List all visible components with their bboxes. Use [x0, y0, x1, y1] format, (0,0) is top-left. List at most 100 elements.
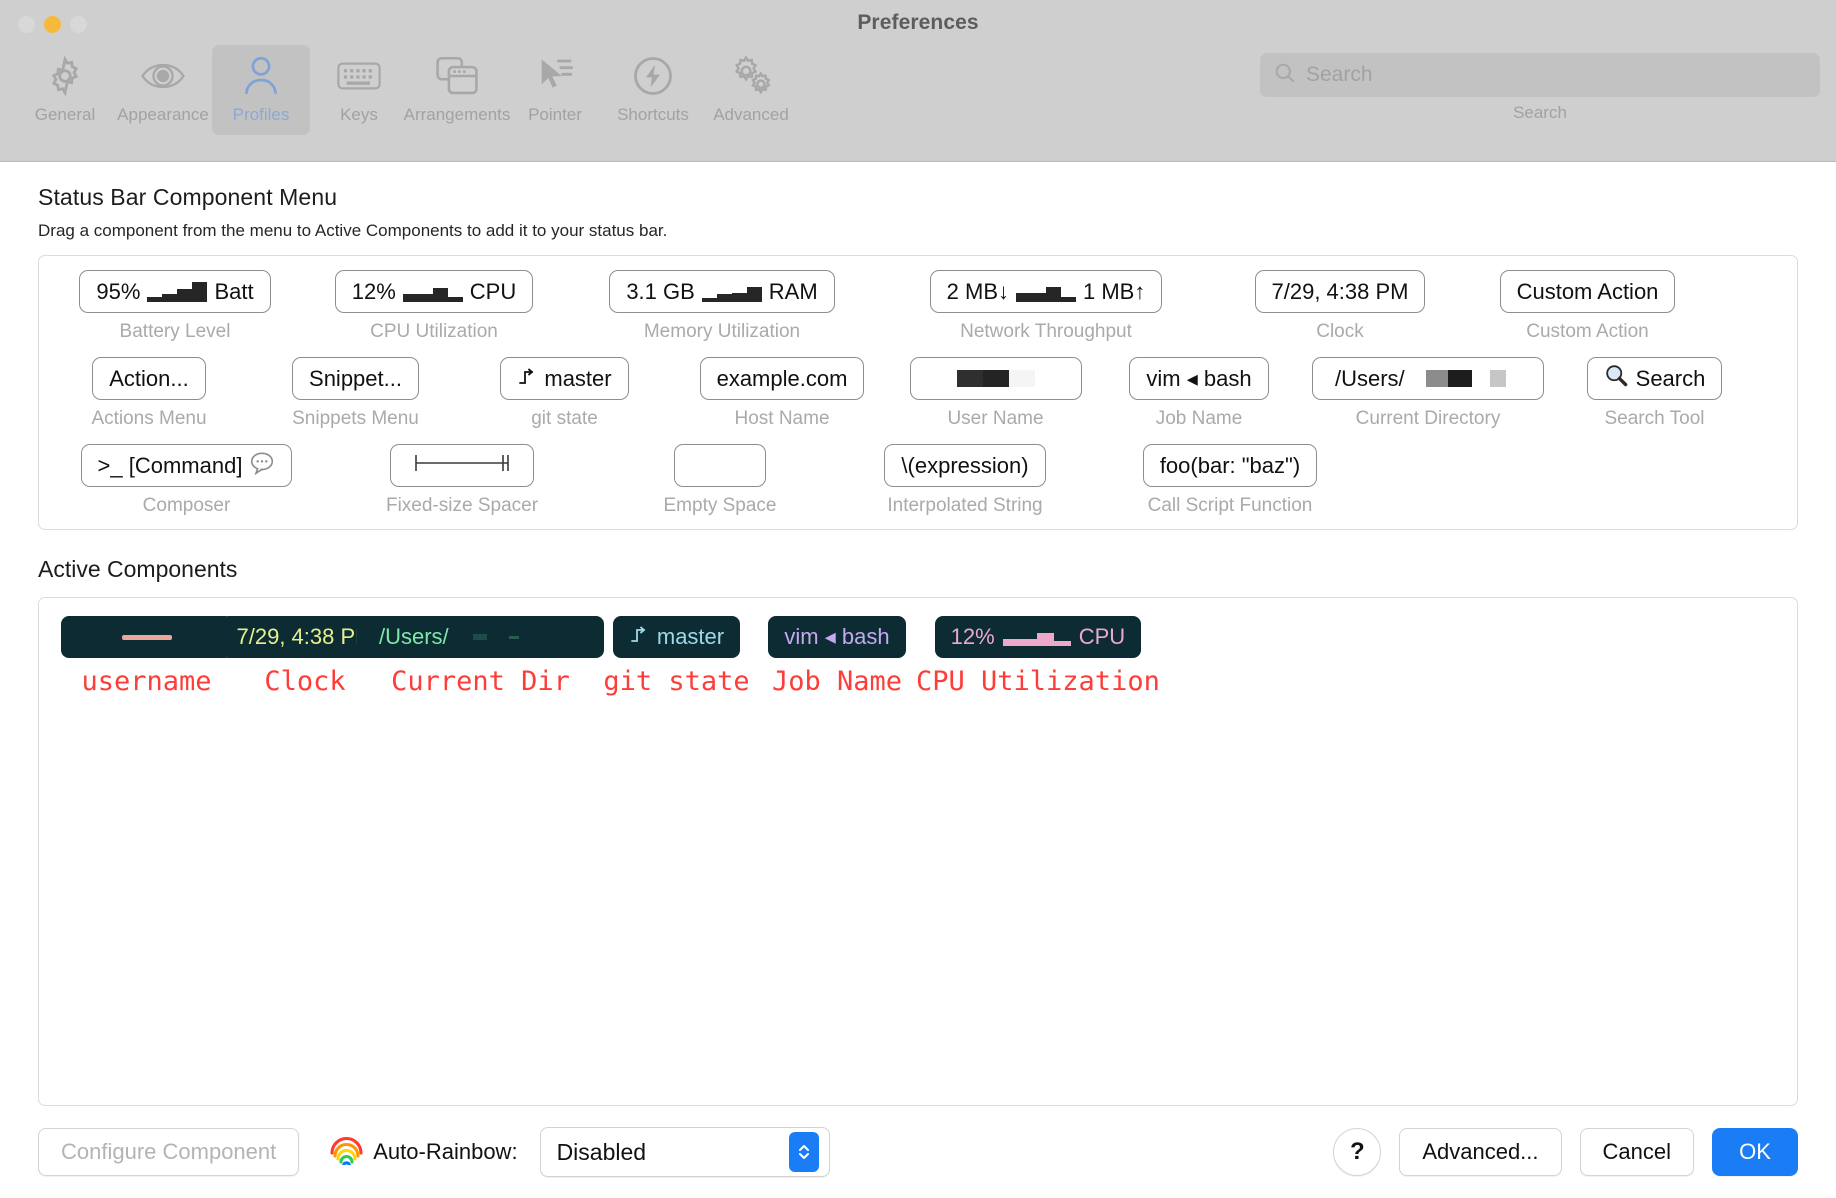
auto-rainbow-label: Auto-Rainbow: [373, 1139, 518, 1164]
component-call-script-function[interactable]: foo(bar: "baz") Call Script Function [1090, 444, 1370, 517]
component-job-name[interactable]: vim ◂ bash Job Name [1094, 357, 1304, 430]
component-chip[interactable]: Action... [92, 357, 206, 400]
toolbar-tab-label: General [34, 105, 96, 124]
chip-prefix: 12% [950, 624, 995, 649]
component-empty-space[interactable]: Empty Space [600, 444, 840, 517]
component-chip[interactable]: /Users/ [1312, 357, 1544, 400]
toolbar-tab-profiles[interactable]: Profiles [212, 45, 310, 135]
configure-component-button[interactable]: Configure Component [38, 1128, 300, 1176]
eye-icon [141, 53, 185, 99]
component-chip[interactable]: 2 MB↓ 1 MB↑ [929, 270, 1163, 313]
toolbar-tab-shortcuts[interactable]: Shortcuts [604, 45, 702, 135]
active-components-panel[interactable]: username 7/29, 4:38 PM Clock /Users/ Cur… [38, 597, 1798, 1106]
chip-suffix: CPU [1078, 624, 1126, 649]
component-chip[interactable]: example.com [699, 357, 865, 400]
component-network-throughput[interactable]: 2 MB↓ 1 MB↑ Network Throughput [877, 270, 1215, 343]
chevron-updown-icon[interactable] [788, 1132, 819, 1172]
preferences-toolbar: General Appearance Profiles Keys Arrange… [16, 45, 1820, 140]
component-battery-level[interactable]: 95% Batt Battery Level [49, 270, 301, 343]
chip-prefix: 3.1 GB [626, 278, 695, 304]
active-chip[interactable]: 12% CPU [934, 616, 1142, 658]
component-chip[interactable]: 95% Batt [79, 270, 271, 313]
toolbar-tab-pointer[interactable]: Pointer [506, 45, 604, 135]
cursor-icon [535, 53, 575, 99]
component-chip[interactable]: 12% CPU [334, 270, 534, 313]
active-chip[interactable]: vim ◂ bash [768, 616, 906, 658]
chip-text: master [656, 624, 725, 649]
component-chip[interactable]: 3.1 GB RAM [609, 270, 835, 313]
search-icon [1274, 62, 1296, 89]
active-chip[interactable]: /Users/ [357, 616, 604, 658]
component-user-name[interactable]: User Name [897, 357, 1094, 430]
component-composer[interactable]: >_ [Command] Composer [49, 444, 324, 517]
page-title: Status Bar Component Menu [38, 184, 338, 210]
component-chip[interactable]: foo(bar: "baz") [1142, 444, 1318, 487]
component-chip[interactable] [674, 444, 766, 487]
active-annotation: Clock [264, 666, 346, 697]
help-button[interactable]: ? [1333, 1128, 1382, 1176]
active-chip[interactable]: master [612, 616, 741, 658]
chip-prefix: 2 MB↓ [946, 278, 1009, 304]
component-host-name[interactable]: example.com Host Name [667, 357, 897, 430]
component-chip[interactable]: \(expression) [884, 444, 1046, 487]
component-label: Call Script Function [1147, 495, 1313, 516]
toolbar-tab-advanced[interactable]: Advanced [702, 45, 800, 135]
component-chip[interactable]: vim ◂ bash [1129, 357, 1269, 400]
advanced-button[interactable]: Advanced... [1399, 1128, 1562, 1176]
toolbar-tab-keys[interactable]: Keys [310, 45, 408, 135]
active-item-current-dir[interactable]: /Users/ Current Dir [357, 616, 604, 697]
component-label: Actions Menu [91, 408, 207, 429]
active-item-job-name[interactable]: vim ◂ bash Job Name [758, 616, 916, 697]
component-chip[interactable] [909, 357, 1082, 400]
chip-text: /Users/ [1335, 365, 1405, 391]
component-label: Job Name [1155, 408, 1243, 429]
active-item-cpu-utilization[interactable]: 12% CPU CPU Utilization [916, 616, 1160, 697]
component-custom-action[interactable]: Custom Action Custom Action [1465, 270, 1710, 343]
toolbar-tab-label: Pointer [528, 105, 582, 124]
auto-rainbow-select[interactable]: Disabled [539, 1127, 830, 1177]
component-memory-utilization[interactable]: 3.1 GB RAM Memory Utilization [567, 270, 877, 343]
component-git-state[interactable]: master git state [462, 357, 667, 430]
component-label: Search Tool [1604, 408, 1705, 429]
component-chip[interactable]: Search [1586, 357, 1723, 400]
toolbar-tab-appearance[interactable]: Appearance [114, 45, 212, 135]
component-chip[interactable]: 7/29, 4:38 PM [1254, 270, 1426, 313]
dialog-buttons: ? Advanced... Cancel OK [1333, 1128, 1798, 1176]
active-item-git-state[interactable]: master git state [595, 616, 758, 697]
chip-suffix: Batt [214, 278, 254, 304]
component-clock[interactable]: 7/29, 4:38 PM Clock [1215, 270, 1465, 343]
preferences-window: Preferences General Appearance Profiles … [0, 0, 1836, 1198]
component-fixed-size-spacer[interactable]: Fixed-size Spacer [324, 444, 600, 517]
cancel-button[interactable]: Cancel [1579, 1128, 1694, 1176]
windows-icon [436, 53, 478, 99]
component-label: Network Throughput [960, 321, 1132, 342]
sparkline [1016, 282, 1076, 302]
component-chip[interactable]: master [500, 357, 629, 400]
component-snippets-menu[interactable]: Snippet... Snippets Menu [249, 357, 462, 430]
component-menu-row: 95% Batt Battery Level 12% CPU CPU Utili… [49, 270, 1787, 343]
toolbar-tab-label: Arrangements [403, 105, 511, 124]
component-label: Interpolated String [887, 495, 1043, 516]
component-chip[interactable]: Custom Action [1499, 270, 1676, 313]
component-label: Current Directory [1355, 408, 1501, 429]
component-search-tool[interactable]: Search Search Tool [1552, 357, 1757, 430]
active-chip[interactable] [60, 616, 233, 658]
component-chip[interactable] [390, 444, 534, 487]
gears-icon [728, 53, 774, 99]
active-item-username[interactable]: username [49, 616, 244, 697]
component-cpu-utilization[interactable]: 12% CPU CPU Utilization [301, 270, 567, 343]
component-actions-menu[interactable]: Action... Actions Menu [49, 357, 249, 430]
ok-button[interactable]: OK [1712, 1128, 1798, 1176]
person-icon [241, 53, 281, 99]
component-current-directory[interactable]: /Users/ Current Directory [1304, 357, 1552, 430]
component-chip[interactable]: Snippet... [292, 357, 419, 400]
gear-icon [44, 53, 86, 99]
component-interpolated-string[interactable]: \(expression) Interpolated String [840, 444, 1090, 517]
active-item-clock[interactable]: 7/29, 4:38 PM Clock [220, 616, 390, 697]
component-chip[interactable]: >_ [Command] [80, 444, 293, 487]
redacted-value [1425, 370, 1506, 387]
component-menu-panel: 95% Batt Battery Level 12% CPU CPU Utili… [38, 255, 1798, 530]
toolbar-tab-general[interactable]: General [16, 45, 114, 135]
toolbar-tab-arrangements[interactable]: Arrangements [404, 45, 510, 135]
search-field[interactable]: Search [1260, 53, 1820, 97]
